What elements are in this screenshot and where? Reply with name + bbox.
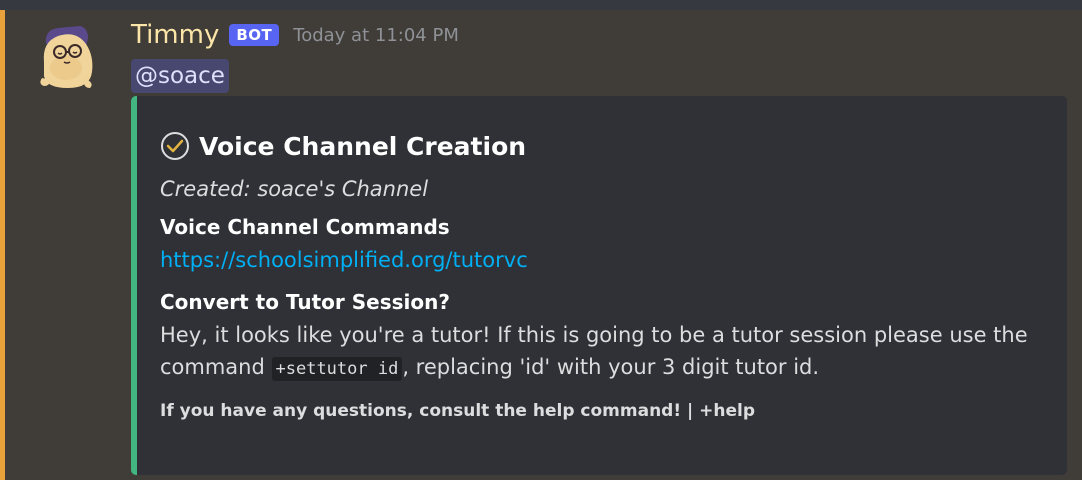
- field-value-voice-commands: https://schoolsimplified.org/tutorvc: [160, 244, 1050, 276]
- embed-description: Created: soace's Channel: [160, 177, 429, 201]
- top-divider: [0, 0, 1082, 10]
- embed-title: Voice Channel Creation: [160, 130, 1050, 162]
- tutorvc-link[interactable]: https://schoolsimplified.org/tutorvc: [160, 248, 528, 272]
- field-name-voice-commands: Voice Channel Commands: [160, 215, 450, 239]
- username[interactable]: Timmy: [131, 20, 219, 50]
- mention-highlight-bar: [0, 10, 5, 480]
- convert-text-part2: , replacing 'id' with your 3 digit tutor…: [402, 355, 820, 379]
- field-name-convert-tutor: Convert to Tutor Session?: [160, 290, 450, 314]
- embed-footer: If you have any questions, consult the h…: [160, 401, 756, 421]
- user-mention[interactable]: @soace: [131, 59, 229, 93]
- avatar[interactable]: [36, 22, 96, 92]
- timestamp[interactable]: Today at 11:04 PM: [293, 25, 459, 46]
- embed-card: Voice Channel Creation Created: soace's …: [131, 96, 1067, 475]
- embed-accent-bar: [131, 96, 137, 475]
- settutor-code: +settutor id: [271, 357, 403, 381]
- bot-badge: BOT: [229, 24, 280, 46]
- message-header: Timmy BOT Today at 11:04 PM: [131, 18, 459, 52]
- embed-title-text: Voice Channel Creation: [199, 131, 527, 161]
- check-circle-icon: [161, 132, 189, 160]
- field-value-convert-tutor: Hey, it looks like you're a tutor! If th…: [160, 319, 1050, 385]
